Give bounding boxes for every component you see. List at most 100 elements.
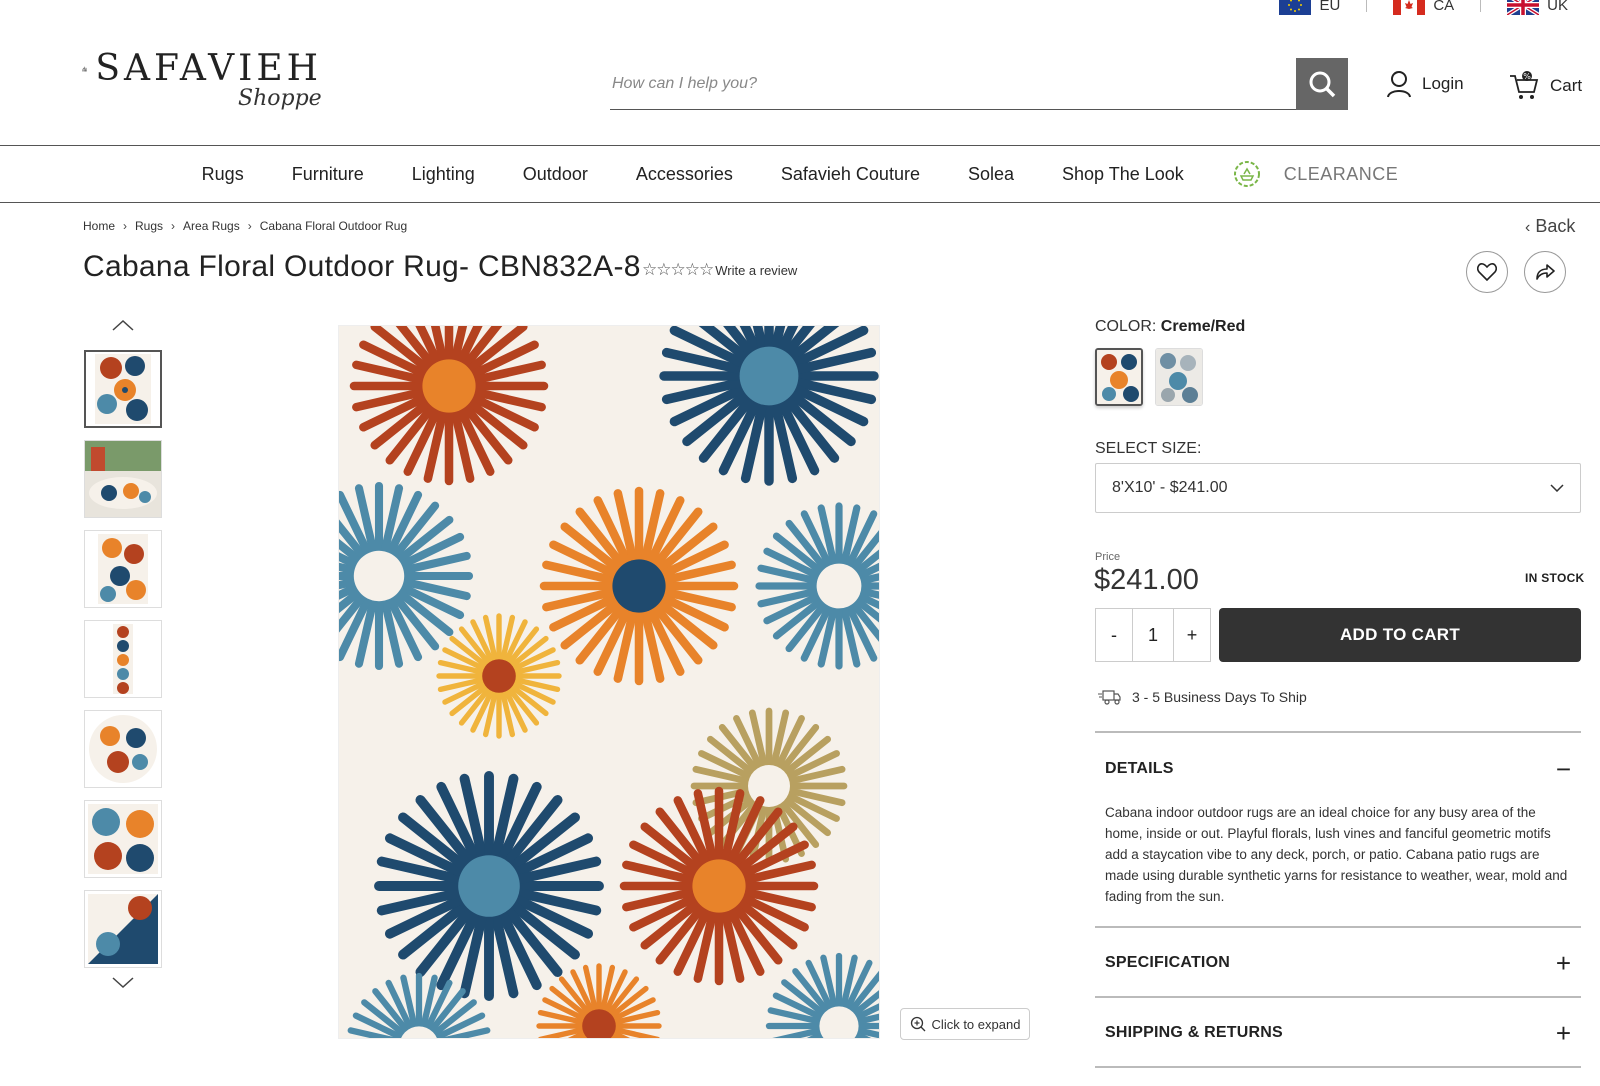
nav-shop-the-look[interactable]: Shop The Look <box>1038 164 1208 185</box>
logo-emblem-icon <box>82 65 87 72</box>
write-review-link[interactable]: Write a review <box>715 263 797 278</box>
thumbnails-up-button[interactable] <box>112 318 134 336</box>
color-swatch-alt[interactable] <box>1155 348 1203 406</box>
back-label: Back <box>1535 216 1576 236</box>
delivery-truck-icon <box>1098 690 1121 705</box>
accordion-divider <box>1095 926 1581 928</box>
price-label: Price <box>1095 551 1121 563</box>
nav-solea[interactable]: Solea <box>944 164 1038 185</box>
thumbnails-down-button[interactable] <box>112 976 134 994</box>
wishlist-button[interactable] <box>1466 251 1508 293</box>
click-to-expand-button[interactable]: Click to expand <box>900 1008 1030 1040</box>
nav-clearance-label: CLEARANCE <box>1283 163 1399 184</box>
main-product-image[interactable] <box>338 325 880 1039</box>
size-select[interactable]: 8'X10' - $241.00 <box>1095 463 1581 513</box>
swatch-creme-red-image <box>1097 350 1141 404</box>
chevron-down-icon <box>1550 484 1564 492</box>
color-value: Creme/Red <box>1160 318 1246 335</box>
details-accordion-header[interactable]: DETAILS − <box>1105 756 1571 782</box>
size-select-value: 8'X10' - $241.00 <box>1112 479 1228 496</box>
thumbnail-3[interactable] <box>84 530 162 608</box>
breadcrumb-home[interactable]: Home <box>83 219 115 233</box>
specification-title: SPECIFICATION <box>1105 954 1230 971</box>
rug-angle-thumbnail-image <box>98 534 148 604</box>
clearance-badge-icon <box>1233 161 1260 187</box>
login-link[interactable]: Login <box>1386 70 1464 98</box>
nav-accessories[interactable]: Accessories <box>612 164 757 185</box>
nav-rugs[interactable]: Rugs <box>178 164 268 185</box>
main-nav: Rugs Furniture Lighting Outdoor Accessor… <box>0 146 1600 202</box>
region-eu-label: EU <box>1319 0 1341 14</box>
search-input[interactable] <box>610 58 1296 110</box>
rug-thumbnail-image <box>95 354 151 424</box>
breadcrumb: Home › Rugs › Area Rugs › Cabana Floral … <box>83 219 407 233</box>
color-swatch-creme-red[interactable] <box>1095 348 1143 406</box>
nav-divider <box>0 202 1600 203</box>
thumbnail-1[interactable] <box>84 350 162 428</box>
uk-flag-icon <box>1507 0 1540 15</box>
search-bar <box>610 58 1348 110</box>
breadcrumb-rugs[interactable]: Rugs <box>135 219 163 233</box>
nav-safavieh-couture[interactable]: Safavieh Couture <box>757 164 944 185</box>
chevron-right-icon: › <box>247 219 252 233</box>
product-rating: ☆☆☆☆☆ Write a review <box>642 260 797 280</box>
user-icon <box>1387 71 1411 98</box>
chevron-down-icon <box>112 977 134 989</box>
quantity-stepper: - 1 + <box>1095 608 1211 662</box>
thumbnail-5[interactable] <box>84 710 162 788</box>
safavieh-logo[interactable]: SAFAVIEH Shoppe <box>82 48 322 120</box>
round-rug-thumbnail-image <box>89 715 157 783</box>
accordion-divider <box>1095 1066 1581 1068</box>
color-label: COLOR: Creme/Red <box>1095 318 1245 336</box>
size-label: SELECT SIZE: <box>1095 440 1202 457</box>
quantity-decrease-button[interactable]: - <box>1096 609 1132 661</box>
cart-link[interactable]: % Cart <box>1508 70 1582 102</box>
stock-status: IN STOCK <box>1525 571 1585 585</box>
chevron-right-icon: › <box>171 219 176 233</box>
region-selector: EU CA UK <box>1279 0 1568 16</box>
add-to-cart-button[interactable]: ADD TO CART <box>1219 608 1581 662</box>
chevron-left-icon: ‹ <box>1525 219 1531 236</box>
share-button[interactable] <box>1524 251 1566 293</box>
shipping-returns-title: SHIPPING & RETURNS <box>1105 1024 1283 1041</box>
region-ca[interactable]: CA <box>1366 0 1454 15</box>
thumbnail-2[interactable] <box>84 440 162 518</box>
quantity-input[interactable]: 1 <box>1132 609 1174 661</box>
region-eu[interactable]: EU <box>1279 0 1340 15</box>
login-label: Login <box>1422 74 1464 93</box>
nav-outdoor[interactable]: Outdoor <box>499 164 612 185</box>
region-ca-label: CA <box>1433 0 1455 14</box>
nav-lighting[interactable]: Lighting <box>388 164 499 185</box>
quantity-increase-button[interactable]: + <box>1174 609 1210 661</box>
cart-icon: % <box>1510 71 1539 99</box>
breadcrumb-area-rugs[interactable]: Area Rugs <box>183 219 240 233</box>
breadcrumb-current: Cabana Floral Outdoor Rug <box>259 219 408 233</box>
logo-subtitle: Shoppe <box>238 86 322 111</box>
shipping-info: 3 - 5 Business Days To Ship <box>1098 688 1307 706</box>
search-button[interactable] <box>1296 58 1348 110</box>
nav-furniture[interactable]: Furniture <box>268 164 388 185</box>
svg-text:%: % <box>1523 72 1531 81</box>
chevron-right-icon: › <box>123 219 128 233</box>
eu-flag-icon <box>1279 0 1312 15</box>
region-uk-label: UK <box>1547 0 1568 14</box>
rug-closeup-thumbnail-image <box>88 804 158 874</box>
swatch-alt-image <box>1156 349 1202 405</box>
rug-pattern-image <box>339 326 879 1038</box>
accordion-divider <box>1095 731 1581 733</box>
region-uk[interactable]: UK <box>1480 0 1568 15</box>
details-title: DETAILS <box>1105 760 1174 777</box>
thumbnail-4[interactable] <box>84 620 162 698</box>
nav-clearance[interactable]: CLEARANCE <box>1208 159 1423 189</box>
expand-label: Click to expand <box>931 1016 1021 1032</box>
back-link[interactable]: ‹ Back <box>1525 216 1575 237</box>
zoom-in-icon <box>910 1016 926 1032</box>
rug-texture-thumbnail-image <box>88 894 158 964</box>
shipping-returns-accordion-header[interactable]: SHIPPING & RETURNS + <box>1105 1020 1571 1046</box>
specification-accordion-header[interactable]: SPECIFICATION + <box>1105 950 1571 976</box>
thumbnail-7[interactable] <box>84 890 162 968</box>
thumbnail-6[interactable] <box>84 800 162 878</box>
accordion-divider <box>1095 996 1581 998</box>
search-icon <box>1309 71 1336 98</box>
expand-icon: + <box>1555 1018 1571 1048</box>
